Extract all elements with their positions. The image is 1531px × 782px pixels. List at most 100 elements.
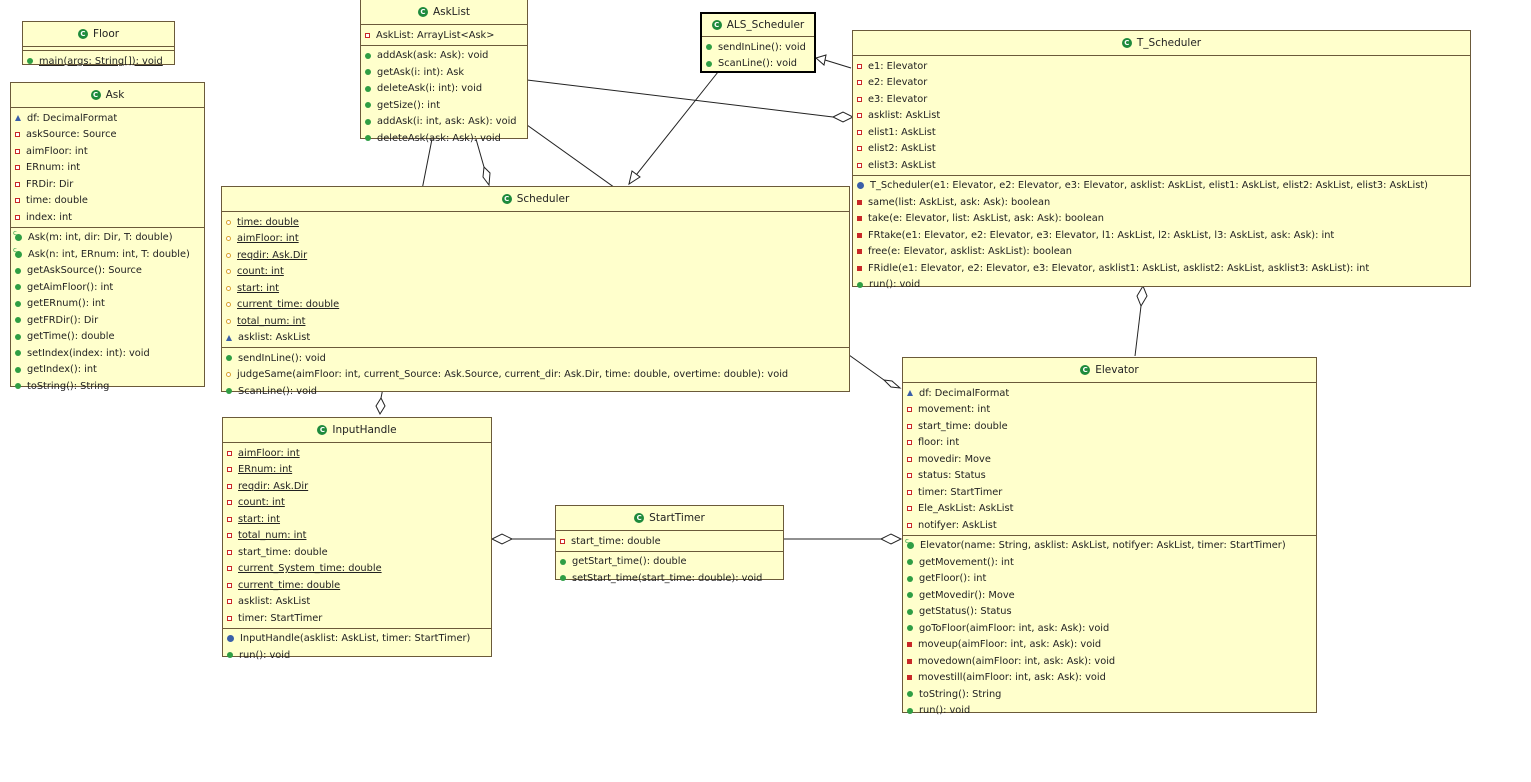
method-row[interactable]: getAsk(i: int): Ask [361,64,527,81]
attribute-row[interactable]: df: DecimalFormat [903,385,1316,402]
method-row[interactable]: deleteAsk(i: int): void [361,81,527,98]
method-row[interactable]: getMovement(): int [903,554,1316,571]
method-row[interactable]: Ask(n: int, ERnum: int, T: double) [11,246,204,263]
method-row[interactable]: moveup(aimFloor: int, ask: Ask): void [903,637,1316,654]
attribute-row[interactable]: start: int [223,511,491,528]
method-row[interactable]: movestill(aimFloor: int, ask: Ask): void [903,670,1316,687]
method-row[interactable]: getStatus(): Status [903,604,1316,621]
attribute-signature: index: int [26,211,72,223]
method-row[interactable]: sendInLine(): void [222,350,849,367]
method-row[interactable]: addAsk(i: int, ask: Ask): void [361,114,527,131]
attribute-row[interactable]: movedir: Move [903,451,1316,468]
attribute-row[interactable]: AskList: ArrayList<Ask> [361,27,527,44]
method-row[interactable]: getSize(): int [361,97,527,114]
attribute-row[interactable]: index: int [11,209,204,226]
attribute-row[interactable]: ERnum: int [223,462,491,479]
method-row[interactable]: FRidle(e1: Elevator, e2: Elevator, e3: E… [853,260,1470,277]
attribute-row[interactable]: notifyer: AskList [903,517,1316,534]
class-inputhandle[interactable]: InputHandle aimFloor: int ERnum: int reqdi… [222,417,492,661]
attribute-row[interactable]: e2: Elevator [853,75,1470,92]
attribute-row[interactable]: FRDir: Dir [11,176,204,193]
class-t-scheduler[interactable]: T_Scheduler e1: Elevator e2: Elevator e3: … [852,30,1471,290]
attribute-row[interactable]: elist3: AskList [853,157,1470,174]
attribute-row[interactable]: aimFloor: int [223,445,491,462]
attribute-row[interactable]: asklist: AskList [223,594,491,611]
attribute-row[interactable]: timer: StartTimer [223,610,491,627]
method-row[interactable]: getStart_time(): double [556,554,783,571]
attribute-row[interactable]: e1: Elevator [853,58,1470,75]
method-row[interactable]: getAskSource(): Source [11,263,204,280]
method-row[interactable]: free(e: Elevator, asklist: AskList): boo… [853,244,1470,261]
attribute-row[interactable]: start_time: double [903,418,1316,435]
method-row[interactable]: getIndex(): int [11,362,204,379]
attribute-row[interactable]: asklist: AskList [222,330,849,347]
attribute-row[interactable]: df: DecimalFormat [11,110,204,127]
method-row[interactable]: run(): void [223,647,491,664]
class-asklist[interactable]: AskList AskList: ArrayList<Ask> addAsk(a… [360,0,528,144]
attribute-row[interactable]: reqdir: Ask.Dir [222,247,849,264]
attribute-row[interactable]: start_time: double [223,544,491,561]
attribute-row[interactable]: current_time: double [222,297,849,314]
attribute-row[interactable]: aimFloor: int [11,143,204,160]
method-row[interactable]: getTime(): double [11,329,204,346]
attribute-row[interactable]: movement: int [903,402,1316,419]
method-row[interactable]: same(list: AskList, ask: Ask): boolean [853,194,1470,211]
attribute-row[interactable]: elist1: AskList [853,124,1470,141]
attribute-row[interactable]: reqdir: Ask.Dir [223,478,491,495]
attribute-row[interactable]: askSource: Source [11,127,204,144]
attribute-row[interactable]: e3: Elevator [853,91,1470,108]
method-row[interactable]: ScanLine(): void [222,383,849,400]
method-row[interactable]: toString(): String [903,686,1316,703]
method-row[interactable]: T_Scheduler(e1: Elevator, e2: Elevator, … [853,178,1470,195]
method-row[interactable]: InputHandle(asklist: AskList, timer: Sta… [223,631,491,648]
class-ask[interactable]: Ask df: DecimalFormat askSource: Source ai… [10,82,205,392]
method-row[interactable]: getFRDir(): Dir [11,312,204,329]
attribute-row[interactable]: status: Status [903,468,1316,485]
method-row[interactable]: getMovedir(): Move [903,587,1316,604]
attribute-row[interactable]: ERnum: int [11,160,204,177]
method-row[interactable]: setStart_time(start_time: double): void [556,570,783,587]
method-row[interactable]: getFloor(): int [903,571,1316,588]
attribute-row[interactable]: total_num: int [222,313,849,330]
method-row[interactable]: FRtake(e1: Elevator, e2: Elevator, e3: E… [853,227,1470,244]
attribute-row[interactable]: asklist: AskList [853,108,1470,125]
method-row[interactable]: run(): void [903,703,1316,720]
method-row[interactable]: main(args: String[]): void [23,53,174,70]
class-elevator[interactable]: Elevator df: DecimalFormat movement: int s… [902,357,1317,716]
method-row[interactable]: goToFloor(aimFloor: int, ask: Ask): void [903,620,1316,637]
method-row[interactable]: addAsk(ask: Ask): void [361,48,527,65]
method-row[interactable]: sendInLine(): void [702,39,814,56]
method-row[interactable]: Ask(m: int, dir: Dir, T: double) [11,229,204,247]
attribute-row[interactable]: elist2: AskList [853,141,1470,158]
class-floor[interactable]: Floor main(args: String[]): void [22,21,175,67]
method-row[interactable]: judgeSame(aimFloor: int, current_Source:… [222,367,849,384]
attribute-row[interactable]: timer: StartTimer [903,484,1316,501]
method-row[interactable]: ScanLine(): void [702,56,814,73]
method-row[interactable]: deleteAsk(ask: Ask): void [361,130,527,147]
attribute-row[interactable]: count: int [222,264,849,281]
attribute-row[interactable]: total_num: int [223,528,491,545]
attribute-row[interactable]: start_time: double [556,533,783,550]
attribute-row[interactable]: current_time: double [223,577,491,594]
method-row[interactable]: movedown(aimFloor: int, ask: Ask): void [903,653,1316,670]
class-als-scheduler[interactable]: ALS_Scheduler sendInLine(): void ScanLine… [700,12,816,73]
method-row[interactable]: run(): void [853,277,1470,294]
attribute-row[interactable]: time: double [222,214,849,231]
method-row[interactable]: getERnum(): int [11,296,204,313]
class-scheduler[interactable]: Scheduler time: double aimFloor: int reqdi… [221,186,850,397]
attribute-row[interactable]: current_System_time: double [223,561,491,578]
method-row[interactable]: take(e: Elevator, list: AskList, ask: As… [853,211,1470,228]
method-row[interactable]: setIndex(index: int): void [11,345,204,362]
visibility-pub-icon [907,625,913,632]
method-row[interactable]: Elevator(name: String, asklist: AskList,… [903,537,1316,555]
attribute-row[interactable]: floor: int [903,435,1316,452]
class-starttimer[interactable]: StartTimer start_time: double getStart_t… [555,505,784,584]
attribute-row[interactable]: aimFloor: int [222,231,849,248]
method-row[interactable]: toString(): String [11,378,204,395]
method-row[interactable]: getAimFloor(): int [11,279,204,296]
attribute-row[interactable]: start: int [222,280,849,297]
method-signature: run(): void [919,705,971,717]
attribute-row[interactable]: time: double [11,193,204,210]
attribute-row[interactable]: count: int [223,495,491,512]
attribute-row[interactable]: Ele_AskList: AskList [903,501,1316,518]
